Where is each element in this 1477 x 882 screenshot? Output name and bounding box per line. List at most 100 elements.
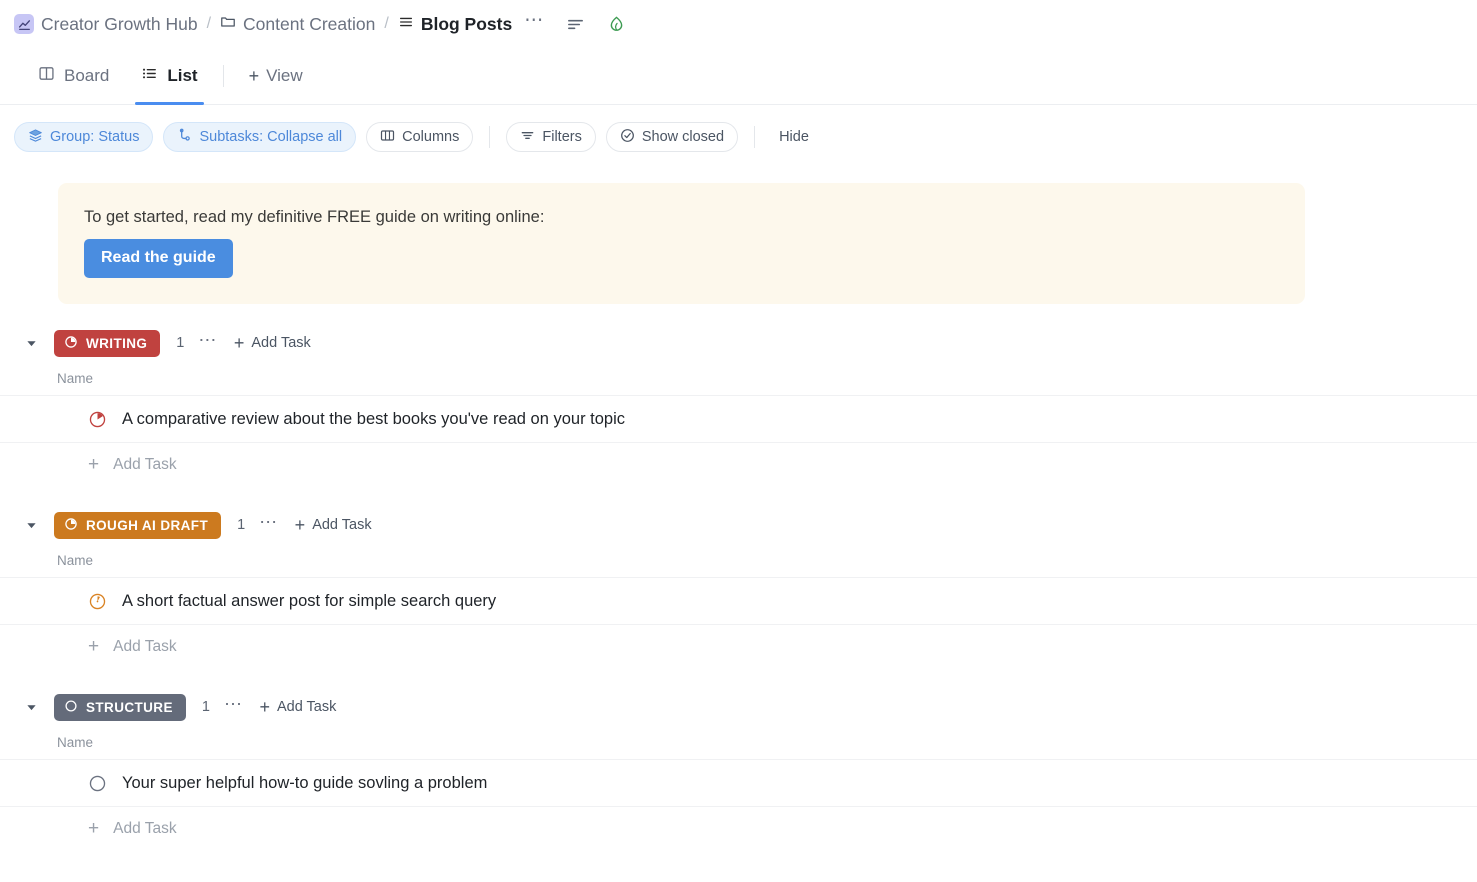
banner-text: To get started, read my definitive FREE … xyxy=(84,208,545,226)
collapse-caret-icon[interactable] xyxy=(20,338,42,349)
subtasks-button[interactable]: Subtasks: Collapse all xyxy=(163,122,357,152)
tab-board[interactable]: Board xyxy=(22,48,125,104)
banner-wrapper: To get started, read my definitive FREE … xyxy=(0,169,1477,304)
task-groups: WRITING 1 ⋯ + Add Task Name A comparativ… xyxy=(0,326,1477,850)
collapse-caret-icon[interactable] xyxy=(20,702,42,713)
filter-toolbar: Group: Status Subtasks: Collapse all Col… xyxy=(0,105,1477,169)
add-task-row[interactable]: + Add Task xyxy=(0,443,1477,486)
task-list: A short factual answer post for simple s… xyxy=(0,578,1477,625)
plus-icon: + xyxy=(259,696,270,717)
group-add-task-label: Add Task xyxy=(251,335,311,351)
column-header-name: Name xyxy=(0,542,1477,578)
task-list: Your super helpful how-to guide sovling … xyxy=(0,760,1477,807)
breadcrumb-workspace-label: Creator Growth Hub xyxy=(41,13,198,34)
task-name: A short factual answer post for simple s… xyxy=(122,591,497,610)
add-task-row[interactable]: + Add Task xyxy=(0,625,1477,668)
task-row[interactable]: A comparative review about the best book… xyxy=(0,396,1477,443)
tab-list-label: List xyxy=(167,66,198,85)
status-group-header: STRUCTURE 1 ⋯ + Add Task xyxy=(0,690,1477,724)
group-ellipsis-icon[interactable]: ⋯ xyxy=(198,331,217,350)
group-ellipsis-icon[interactable]: ⋯ xyxy=(224,695,243,714)
ellipsis-icon[interactable]: ⋯ xyxy=(512,11,554,32)
layers-icon xyxy=(28,128,43,147)
group-task-count: 1 xyxy=(237,517,246,533)
task-row[interactable]: Your super helpful how-to guide sovling … xyxy=(0,760,1477,807)
status-group: WRITING 1 ⋯ + Add Task Name A comparativ… xyxy=(0,326,1477,486)
status-group-header: ROUGH AI DRAFT 1 ⋯ + Add Task xyxy=(0,508,1477,542)
columns-label: Columns xyxy=(402,129,460,145)
group-by-button[interactable]: Group: Status xyxy=(14,122,154,152)
task-status-icon[interactable] xyxy=(88,592,107,611)
group-add-task-button[interactable]: + Add Task xyxy=(295,515,372,536)
hide-button[interactable]: Hide xyxy=(771,129,817,145)
breadcrumb-folder-label: Content Creation xyxy=(243,13,376,34)
filter-icon xyxy=(520,128,535,147)
task-name: A comparative review about the best book… xyxy=(122,409,626,428)
board-icon xyxy=(38,65,55,87)
status-group-header: WRITING 1 ⋯ + Add Task xyxy=(0,326,1477,360)
columns-button[interactable]: Columns xyxy=(366,122,474,152)
add-task-row[interactable]: + Add Task xyxy=(0,807,1477,850)
tab-list[interactable]: List xyxy=(125,48,213,105)
group-add-task-button[interactable]: + Add Task xyxy=(234,333,311,354)
toolbar-divider-2 xyxy=(754,126,756,148)
column-header-name: Name xyxy=(0,724,1477,760)
columns-icon xyxy=(380,128,395,147)
subtask-icon xyxy=(177,128,192,147)
task-name: Your super helpful how-to guide sovling … xyxy=(122,773,488,792)
read-the-guide-button[interactable]: Read the guide xyxy=(84,239,233,278)
task-list: A comparative review about the best book… xyxy=(0,396,1477,443)
breadcrumb-separator-1: / xyxy=(206,15,212,32)
line-chart-icon xyxy=(14,14,34,34)
status-icon xyxy=(64,335,78,352)
breadcrumb-folder[interactable]: Content Creation xyxy=(220,14,375,35)
group-add-task-button[interactable]: + Add Task xyxy=(259,697,336,718)
collapse-caret-icon[interactable] xyxy=(20,520,42,531)
plus-icon: + xyxy=(88,454,100,475)
show-closed-button[interactable]: Show closed xyxy=(605,122,739,152)
folder-icon xyxy=(220,14,236,35)
task-row[interactable]: A short factual answer post for simple s… xyxy=(0,578,1477,625)
status-badge[interactable]: ROUGH AI DRAFT xyxy=(54,511,222,539)
status-icon xyxy=(64,699,78,716)
add-task-label: Add Task xyxy=(113,637,177,655)
group-task-count: 1 xyxy=(201,699,210,715)
status-group: ROUGH AI DRAFT 1 ⋯ + Add Task Name A sho… xyxy=(0,508,1477,668)
promo-banner: To get started, read my definitive FREE … xyxy=(58,183,1305,304)
plus-icon: + xyxy=(88,636,100,657)
plus-icon: + xyxy=(233,332,245,353)
column-header-name: Name xyxy=(0,360,1477,396)
check-circle-icon xyxy=(620,128,635,147)
task-status-icon[interactable] xyxy=(88,774,107,793)
sort-lines-icon[interactable] xyxy=(554,15,597,34)
status-group: STRUCTURE 1 ⋯ + Add Task Name Your super… xyxy=(0,690,1477,850)
group-ellipsis-icon[interactable]: ⋯ xyxy=(259,513,278,532)
show-closed-label: Show closed xyxy=(641,129,725,145)
add-view-button[interactable]: + View xyxy=(233,48,319,104)
breadcrumb-list[interactable]: Blog Posts xyxy=(398,14,512,35)
breadcrumb-list-label: Blog Posts xyxy=(420,13,513,34)
breadcrumb-separator-2: / xyxy=(384,15,389,32)
toolbar-divider-1 xyxy=(489,126,491,148)
list-lines-icon xyxy=(398,14,414,35)
leaf-drop-icon[interactable] xyxy=(597,15,636,34)
add-view-label: View xyxy=(266,66,303,85)
tab-board-label: Board xyxy=(64,66,110,85)
group-task-count: 1 xyxy=(176,335,185,351)
status-badge[interactable]: STRUCTURE xyxy=(54,693,186,721)
status-badge[interactable]: WRITING xyxy=(54,329,161,357)
status-label: ROUGH AI DRAFT xyxy=(86,517,209,533)
breadcrumb-workspace[interactable]: Creator Growth Hub xyxy=(14,14,198,35)
plus-icon: + xyxy=(294,514,306,535)
breadcrumb-bar: Creator Growth Hub / Content Creation / … xyxy=(0,0,1477,48)
group-add-task-label: Add Task xyxy=(276,699,337,715)
add-task-label: Add Task xyxy=(113,819,177,837)
group-add-task-label: Add Task xyxy=(312,517,372,533)
filters-button[interactable]: Filters xyxy=(506,122,596,152)
status-label: WRITING xyxy=(86,335,148,351)
filters-label: Filters xyxy=(542,129,582,145)
plus-icon: + xyxy=(88,818,100,839)
tab-divider xyxy=(222,65,224,87)
status-label: STRUCTURE xyxy=(86,699,173,715)
task-status-icon[interactable] xyxy=(88,410,107,429)
